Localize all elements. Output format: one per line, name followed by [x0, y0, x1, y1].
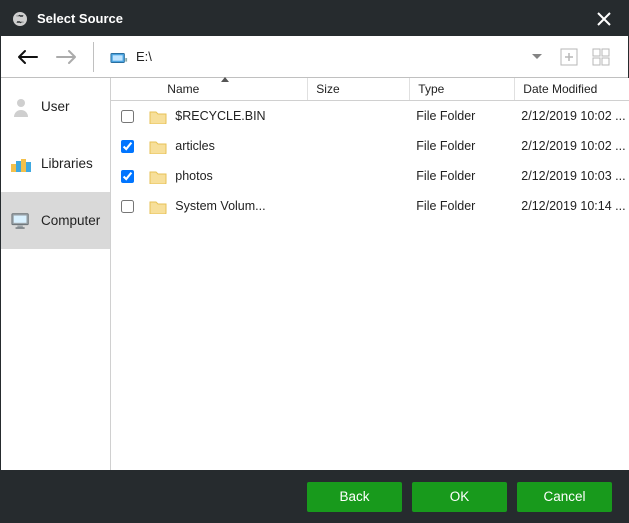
- file-type: File Folder: [410, 109, 515, 123]
- sidebar: User Libraries Computer: [1, 78, 111, 470]
- folder-icon: [149, 139, 167, 154]
- close-icon: [597, 12, 611, 26]
- header-checkbox[interactable]: [111, 78, 143, 100]
- arrow-right-icon: [55, 49, 77, 65]
- arrow-left-icon: [17, 49, 39, 65]
- file-type: File Folder: [410, 199, 515, 213]
- footer: Back OK Cancel: [1, 470, 628, 523]
- nav-forward-button[interactable]: [49, 42, 83, 72]
- file-list: Name Size Type Date Modified $RECYCLE.BI…: [111, 78, 629, 470]
- table-row[interactable]: photos File Folder 2/12/2019 10:03 ...: [111, 161, 629, 191]
- drive-icon: [110, 50, 128, 64]
- row-checkbox[interactable]: [121, 200, 134, 213]
- titlebar: Select Source: [1, 1, 628, 36]
- sidebar-item-libraries[interactable]: Libraries: [1, 135, 110, 192]
- sidebar-item-user[interactable]: User: [1, 78, 110, 135]
- ok-button[interactable]: OK: [412, 482, 507, 512]
- file-date: 2/12/2019 10:02 ...: [515, 109, 629, 123]
- row-checkbox[interactable]: [121, 170, 134, 183]
- rows: $RECYCLE.BIN File Folder 2/12/2019 10:02…: [111, 101, 629, 470]
- chevron-down-icon: [531, 53, 543, 61]
- plus-square-icon: [560, 48, 578, 66]
- file-date: 2/12/2019 10:03 ...: [515, 169, 629, 183]
- file-name: articles: [175, 139, 215, 153]
- sidebar-item-computer[interactable]: Computer: [1, 192, 110, 249]
- toolbar-divider: [93, 42, 94, 72]
- file-date: 2/12/2019 10:02 ...: [515, 139, 629, 153]
- cancel-button[interactable]: Cancel: [517, 482, 612, 512]
- file-type: File Folder: [410, 169, 515, 183]
- close-button[interactable]: [590, 5, 618, 33]
- header-type[interactable]: Type: [410, 78, 515, 100]
- new-folder-button[interactable]: [558, 46, 580, 68]
- folder-icon: [149, 199, 167, 214]
- row-checkbox[interactable]: [121, 110, 134, 123]
- computer-icon: [11, 211, 31, 231]
- libraries-icon: [11, 154, 31, 174]
- folder-icon: [149, 109, 167, 124]
- window-title: Select Source: [37, 11, 590, 26]
- path-box[interactable]: E:\: [104, 43, 522, 71]
- folder-icon: [149, 169, 167, 184]
- table-row[interactable]: $RECYCLE.BIN File Folder 2/12/2019 10:02…: [111, 101, 629, 131]
- body: User Libraries Computer Name Size Type D…: [1, 78, 628, 470]
- path-text: E:\: [136, 49, 152, 64]
- sidebar-item-label: Computer: [41, 213, 100, 228]
- header-name-label: Name: [167, 82, 199, 96]
- view-grid-button[interactable]: [590, 46, 612, 68]
- row-checkbox[interactable]: [121, 140, 134, 153]
- column-headers: Name Size Type Date Modified: [111, 78, 629, 101]
- header-date[interactable]: Date Modified: [515, 78, 629, 100]
- toolbar-right: [526, 46, 612, 68]
- file-name: $RECYCLE.BIN: [175, 109, 265, 123]
- app-logo-icon: [11, 10, 29, 28]
- sort-ascending-icon: [221, 77, 229, 82]
- sidebar-item-label: User: [41, 99, 70, 114]
- file-name: System Volum...: [175, 199, 265, 213]
- grid-icon: [592, 48, 610, 66]
- header-name[interactable]: Name: [143, 78, 308, 100]
- file-date: 2/12/2019 10:14 ...: [515, 199, 629, 213]
- toolbar: E:\: [1, 36, 628, 78]
- table-row[interactable]: articles File Folder 2/12/2019 10:02 ...: [111, 131, 629, 161]
- dropdown-button[interactable]: [526, 46, 548, 68]
- table-row[interactable]: System Volum... File Folder 2/12/2019 10…: [111, 191, 629, 221]
- sidebar-item-label: Libraries: [41, 156, 93, 171]
- back-button[interactable]: Back: [307, 482, 402, 512]
- file-type: File Folder: [410, 139, 515, 153]
- user-icon: [11, 97, 31, 117]
- file-name: photos: [175, 169, 213, 183]
- nav-back-button[interactable]: [11, 42, 45, 72]
- header-size[interactable]: Size: [308, 78, 410, 100]
